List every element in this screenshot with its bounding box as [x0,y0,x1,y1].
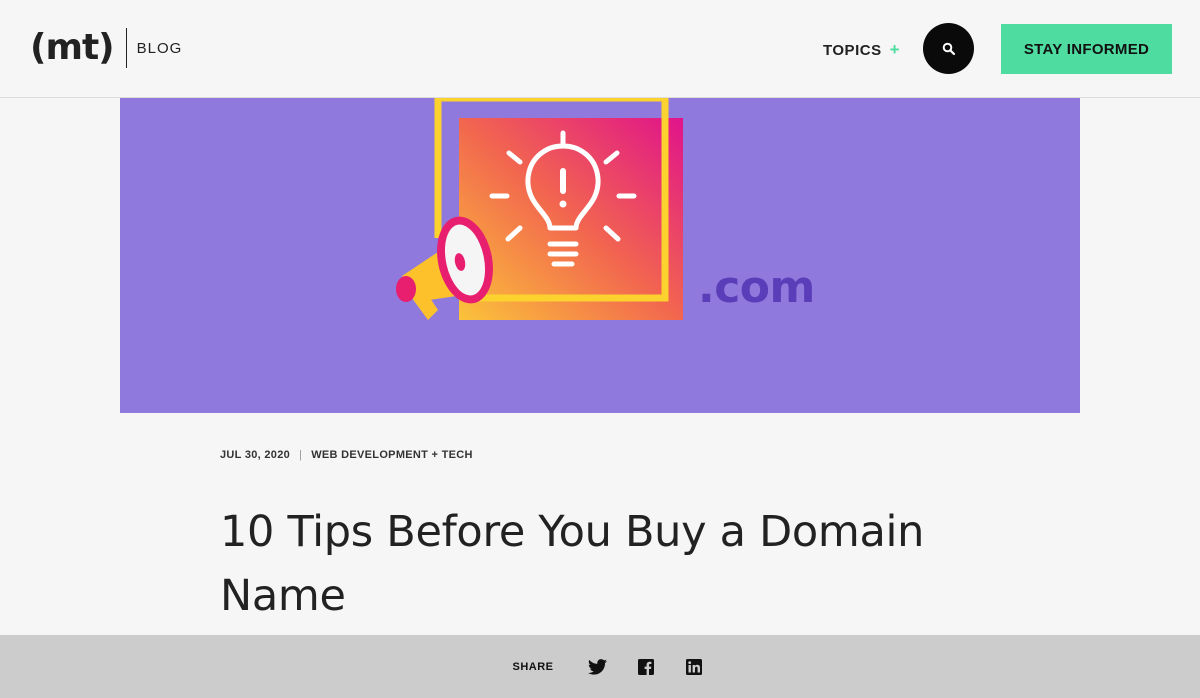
topics-menu-button[interactable]: TOPICS + [823,40,900,60]
hero-illustration [396,98,683,320]
hero-image: .com [120,98,1080,413]
search-icon [942,42,955,55]
logo-mark: (mt) [30,27,115,68]
share-label: SHARE [512,660,554,673]
site-header: (mt) BLOG TOPICS + STAY INFORMED [0,0,1200,98]
twitter-icon[interactable] [588,657,608,677]
linkedin-icon[interactable] [684,657,704,677]
site-logo[interactable]: (mt) BLOG [30,26,182,70]
meta-separator: | [299,449,303,461]
facebook-icon[interactable] [636,657,656,677]
article-title: 10 Tips Before You Buy a Domain Name [220,507,925,621]
blog-label: BLOG [136,39,183,57]
publish-date: JUL 30, 2020 [220,449,291,461]
article-meta: JUL 30, 2020 | WEB DEVELOPMENT + TECH [220,449,473,461]
plus-icon: + [889,40,901,59]
search-button[interactable] [923,23,974,74]
category-link[interactable]: WEB DEVELOPMENT + TECH [311,449,473,461]
topics-label: TOPICS [823,41,882,59]
stay-informed-button[interactable]: STAY INFORMED [1001,24,1172,74]
domain-extension-text: .com [698,262,815,313]
logo-divider [125,28,127,68]
share-bar: SHARE [0,635,1200,698]
